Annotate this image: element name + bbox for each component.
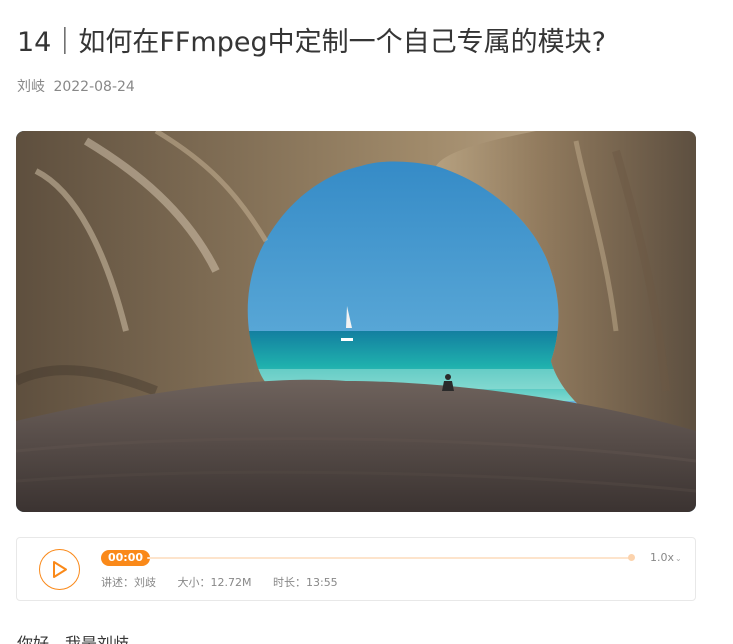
current-time[interactable]: 00:00: [101, 550, 151, 566]
narrator-name: 刘歧: [134, 576, 156, 589]
chevron-down-icon: ⌄: [675, 554, 682, 563]
publish-date: 2022-08-24: [53, 79, 135, 95]
article-first-paragraph: 你好，我是刘歧。: [17, 634, 146, 644]
audio-meta: 讲述：刘歧 大小：12.72M 时长：13:55: [101, 575, 356, 591]
size-info: 大小：12.72M: [178, 576, 252, 589]
narrator-info: 讲述：刘歧: [101, 576, 156, 589]
progress-end-dot[interactable]: [628, 554, 635, 561]
play-icon: [53, 561, 67, 578]
article-meta: 刘岐 2022-08-24: [17, 77, 135, 97]
article-title: 14｜如何在FFmpeg中定制一个自己专属的模块?: [17, 27, 606, 58]
duration-info: 时长：13:55: [273, 576, 338, 589]
cave-beach-icon: [16, 131, 696, 512]
progress-track[interactable]: [147, 557, 632, 559]
duration-value: 13:55: [305, 576, 338, 589]
size-value: 12.72M: [210, 576, 252, 589]
play-button[interactable]: [39, 549, 80, 590]
narrator-label: 讲述：: [101, 576, 134, 589]
audio-player: 00:00 1.0x⌄ 讲述：刘歧 大小：12.72M 时长：13:55: [16, 537, 696, 601]
size-label: 大小：: [177, 576, 211, 589]
playback-speed[interactable]: 1.0x⌄: [650, 550, 682, 567]
author-name[interactable]: 刘岐: [17, 79, 45, 95]
cover-image: [16, 131, 696, 512]
duration-label: 时长：: [272, 576, 306, 589]
speed-label: 1.0x: [650, 551, 675, 564]
